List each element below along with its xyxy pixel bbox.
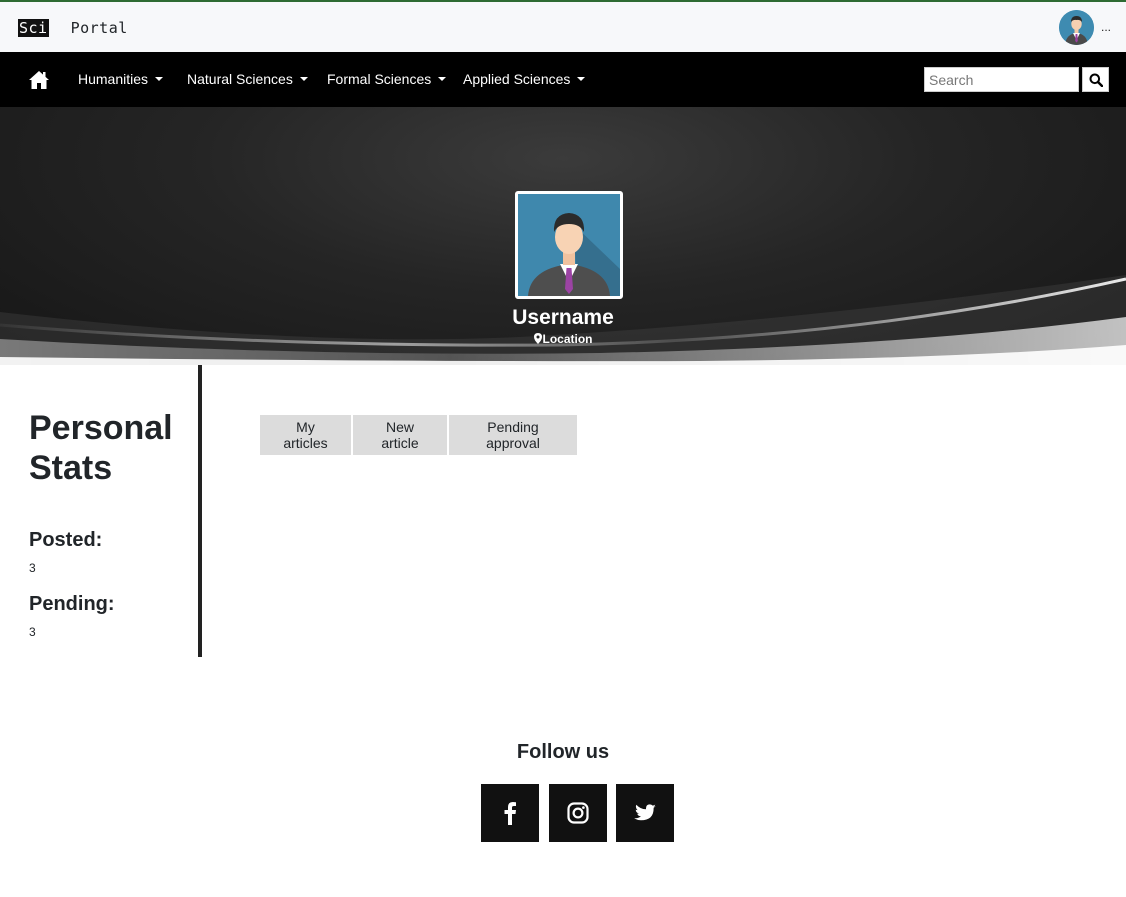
stats-title-line: Personal bbox=[29, 409, 173, 447]
nav-item-label: Applied Sciences bbox=[463, 71, 571, 87]
instagram-icon bbox=[567, 802, 589, 824]
personal-stats-panel: Personal Stats Posted: 3 Pending: 3 bbox=[0, 365, 202, 657]
search-button[interactable] bbox=[1082, 67, 1109, 92]
follow-us-heading: Follow us bbox=[516, 741, 610, 763]
stats-title-line: Stats bbox=[29, 449, 113, 487]
user-menu-toggle[interactable]: ... bbox=[1101, 20, 1111, 34]
nav-item-label: Humanities bbox=[78, 71, 149, 87]
profile-location: Location bbox=[0, 332, 1126, 346]
logo-part-1: Sci bbox=[18, 19, 49, 37]
map-pin-icon bbox=[533, 333, 542, 344]
nav-humanities-dropdown[interactable]: Humanities bbox=[78, 71, 164, 87]
facebook-icon bbox=[504, 802, 516, 825]
home-icon[interactable] bbox=[28, 69, 50, 91]
top-bar: Sci Portal ... bbox=[0, 0, 1126, 52]
stats-title: Personal Stats bbox=[29, 408, 173, 488]
twitter-link[interactable] bbox=[616, 784, 674, 842]
pending-value: 3 bbox=[29, 625, 36, 639]
logo-part-2: Portal bbox=[70, 19, 128, 37]
main-navbar: Humanities Natural Sciences Formal Scien… bbox=[0, 52, 1126, 107]
caret-down-icon bbox=[438, 77, 447, 81]
caret-down-icon bbox=[577, 77, 586, 81]
nav-formal-sciences-dropdown[interactable]: Formal Sciences bbox=[327, 71, 447, 87]
facebook-link[interactable] bbox=[481, 784, 539, 842]
nav-item-label: Natural Sciences bbox=[187, 71, 293, 87]
caret-down-icon bbox=[155, 77, 164, 81]
search-icon bbox=[1089, 73, 1103, 87]
profile-username: Username bbox=[512, 306, 614, 329]
instagram-link[interactable] bbox=[549, 784, 607, 842]
profile-hero-banner: Username Location bbox=[0, 107, 1126, 365]
nav-natural-sciences-dropdown[interactable]: Natural Sciences bbox=[187, 71, 308, 87]
twitter-icon bbox=[634, 804, 656, 821]
posted-value: 3 bbox=[29, 561, 36, 575]
caret-down-icon bbox=[299, 77, 308, 81]
tab-new-article[interactable]: New article bbox=[353, 415, 447, 455]
search-input[interactable] bbox=[924, 67, 1079, 92]
site-logo[interactable]: Sci Portal bbox=[18, 19, 128, 37]
tab-pending-approval[interactable]: Pending approval bbox=[449, 415, 577, 455]
user-avatar[interactable] bbox=[1059, 10, 1094, 45]
tab-my-articles[interactable]: My articles bbox=[260, 415, 351, 455]
location-text: Location bbox=[542, 332, 593, 346]
nav-applied-sciences-dropdown[interactable]: Applied Sciences bbox=[463, 71, 586, 87]
nav-item-label: Formal Sciences bbox=[327, 71, 432, 87]
pending-label: Pending: bbox=[29, 593, 115, 615]
posted-label: Posted: bbox=[29, 529, 103, 551]
profile-picture bbox=[515, 191, 623, 299]
